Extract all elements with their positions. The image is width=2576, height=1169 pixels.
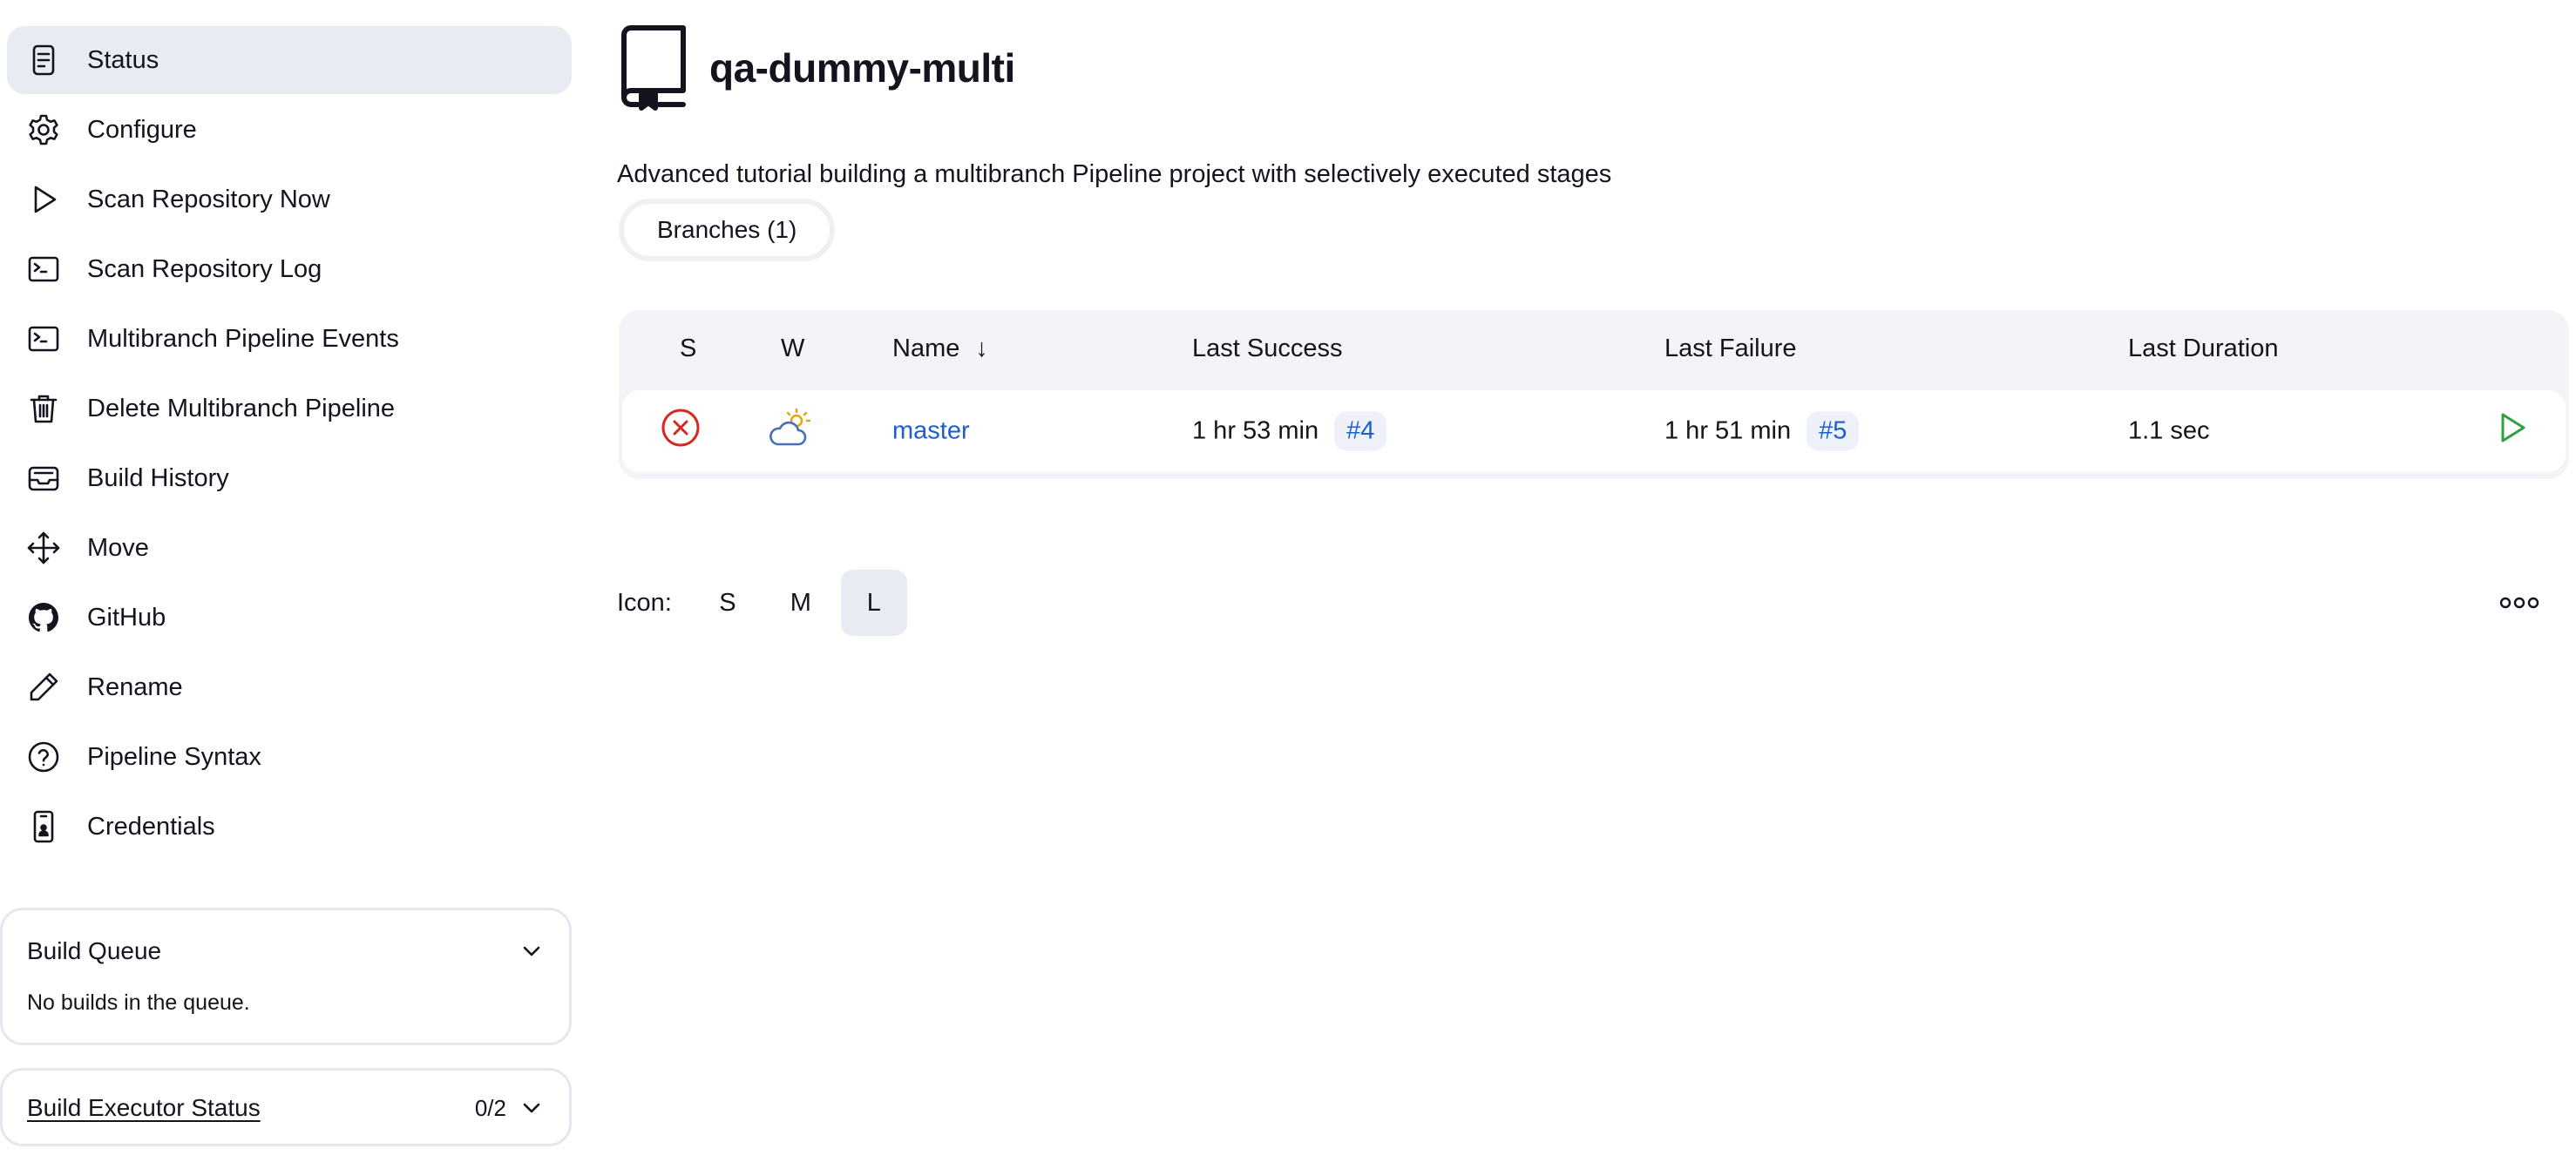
build-queue-empty-text: No builds in the queue.: [27, 990, 250, 1015]
sidebar-item-label: Pipeline Syntax: [87, 742, 261, 771]
sidebar-item-rename[interactable]: Rename: [7, 653, 572, 721]
gear-icon: [26, 112, 61, 147]
icon-size-label: Icon:: [617, 588, 672, 617]
sidebar-item-scan-repository-now[interactable]: Scan Repository Now: [7, 166, 572, 233]
sidebar-item-github[interactable]: GitHub: [7, 584, 572, 652]
last-failure-cell: 1 hr 51 min #5: [1664, 411, 1860, 451]
sidebar-item-multibranch-pipeline-events[interactable]: Multibranch Pipeline Events: [7, 305, 572, 373]
column-header-name-label: Name: [892, 334, 960, 362]
last-failure-build-link[interactable]: #5: [1807, 411, 1860, 451]
sidebar-item-pipeline-syntax[interactable]: Pipeline Syntax: [7, 723, 572, 791]
credentials-icon: [26, 809, 61, 844]
sidebar-item-scan-repository-log[interactable]: Scan Repository Log: [7, 235, 572, 303]
build-executor-panel: Build Executor Status 0/2: [0, 1068, 572, 1146]
trash-icon: [26, 391, 61, 426]
sidebar: Status Configure Scan Repository Now Sca…: [7, 26, 572, 862]
sidebar-item-label: Configure: [87, 115, 197, 144]
icon-size-small-button[interactable]: S: [695, 570, 761, 636]
table-row: master 1 hr 53 min #4 1 hr 51 min #5 1.1…: [622, 390, 2566, 472]
last-success-time: 1 hr 53 min: [1192, 416, 1319, 445]
last-duration-value: 1.1 sec: [2128, 416, 2210, 445]
last-success-cell: 1 hr 53 min #4: [1192, 411, 1387, 451]
sort-arrow-icon: ↓: [975, 334, 988, 362]
sidebar-item-label: Build History: [87, 463, 229, 492]
chevron-down-icon[interactable]: [519, 938, 545, 964]
column-header-last-failure[interactable]: Last Failure: [1664, 334, 1797, 363]
status-icon: [26, 43, 61, 78]
sidebar-item-configure[interactable]: Configure: [7, 96, 572, 164]
sidebar-item-label: Scan Repository Now: [87, 185, 330, 213]
sidebar-item-label: Delete Multibranch Pipeline: [87, 394, 396, 422]
terminal-icon: [26, 321, 61, 356]
sidebar-item-label: GitHub: [87, 603, 166, 632]
build-queue-title: Build Queue: [27, 937, 162, 964]
inbox-icon: [26, 461, 61, 496]
sidebar-item-delete-multibranch-pipeline[interactable]: Delete Multibranch Pipeline: [7, 375, 572, 443]
sidebar-item-credentials[interactable]: Credentials: [7, 793, 572, 861]
sidebar-item-status[interactable]: Status: [7, 26, 572, 94]
repository-icon: [621, 25, 686, 111]
sidebar-item-label: Credentials: [87, 812, 215, 841]
page-title: qa-dummy-multi: [709, 45, 1015, 91]
branch-link-master[interactable]: master: [892, 417, 970, 446]
icon-size-medium-button[interactable]: M: [768, 570, 834, 636]
build-executor-header: Build Executor Status 0/2: [3, 1071, 569, 1145]
build-queue-panel: Build Queue No builds in the queue.: [0, 908, 572, 1045]
icon-size-selector: Icon: S M L: [617, 570, 907, 636]
github-icon: [26, 600, 61, 635]
column-header-last-success[interactable]: Last Success: [1192, 334, 1342, 363]
schedule-build-play-icon[interactable]: [2494, 410, 2529, 452]
project-description: Advanced tutorial building a multibranch…: [617, 160, 1612, 188]
sidebar-item-label: Rename: [87, 672, 183, 701]
build-executor-link[interactable]: Build Executor Status: [27, 1094, 261, 1122]
weather-partly-cloudy-icon: [767, 408, 812, 455]
column-header-last-duration[interactable]: Last Duration: [2128, 334, 2279, 363]
sidebar-item-label: Scan Repository Log: [87, 254, 322, 283]
sidebar-item-build-history[interactable]: Build History: [7, 444, 572, 512]
terminal-icon: [26, 252, 61, 287]
last-success-build-link[interactable]: #4: [1334, 411, 1387, 451]
play-icon: [26, 182, 61, 217]
build-executor-count: 0/2: [474, 1094, 506, 1121]
pencil-icon: [26, 670, 61, 705]
table-header: S W Name ↓ Last Success Last Failure Las…: [622, 310, 2566, 390]
sidebar-item-label: Move: [87, 533, 149, 562]
sidebar-item-label: Multibranch Pipeline Events: [87, 324, 399, 353]
sidebar-item-label: Status: [87, 45, 159, 74]
last-failure-time: 1 hr 51 min: [1664, 416, 1792, 445]
column-header-weather[interactable]: W: [781, 334, 804, 363]
icon-size-large-button[interactable]: L: [840, 570, 907, 636]
branches-table: S W Name ↓ Last Success Last Failure Las…: [619, 310, 2569, 479]
move-icon: [26, 530, 61, 565]
failed-status-icon: [661, 408, 701, 455]
column-header-name[interactable]: Name ↓: [892, 334, 988, 363]
tab-branches[interactable]: Branches (1): [619, 199, 836, 261]
build-queue-header[interactable]: Build Queue: [3, 910, 569, 987]
sidebar-item-move[interactable]: Move: [7, 514, 572, 582]
help-icon: [26, 740, 61, 774]
more-options-icon[interactable]: [2498, 587, 2541, 618]
column-header-status[interactable]: S: [680, 334, 696, 363]
chevron-down-icon[interactable]: [519, 1095, 545, 1121]
page-header: qa-dummy-multi: [617, 24, 1015, 111]
